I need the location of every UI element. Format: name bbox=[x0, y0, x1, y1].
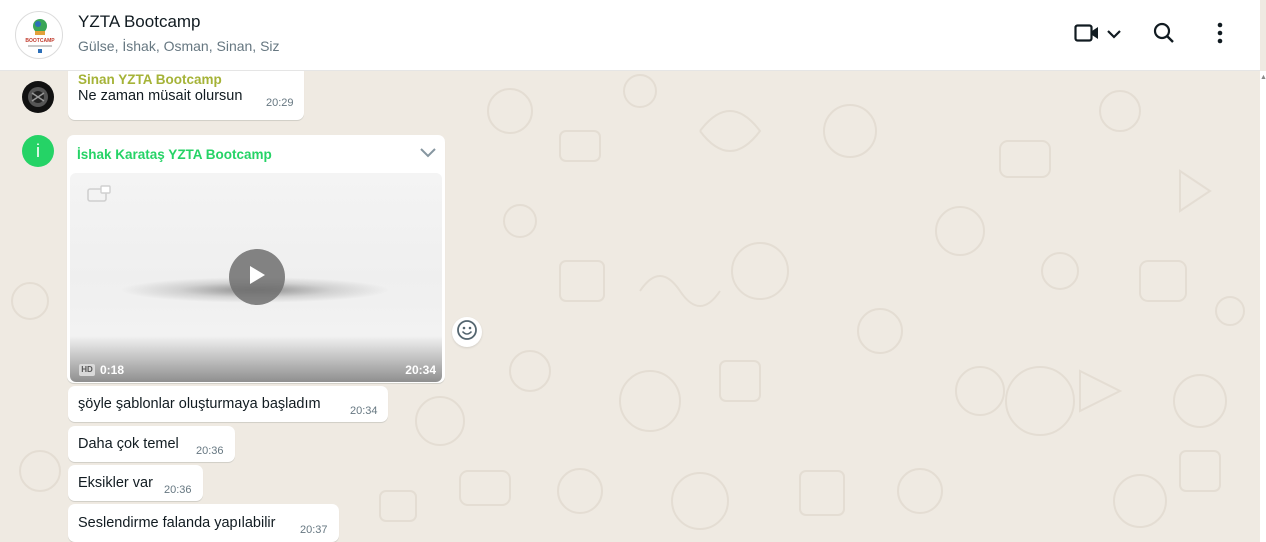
message-text: Eksikler var bbox=[78, 475, 153, 491]
message-time: 20:37 bbox=[300, 524, 328, 536]
react-button[interactable] bbox=[452, 317, 482, 347]
video-thumbnail[interactable]: HD 0:18 20:34 bbox=[70, 173, 442, 382]
message-text: Seslendirme falanda yapılabilir bbox=[78, 515, 276, 531]
search-icon bbox=[1153, 22, 1175, 49]
video-duration: 0:18 bbox=[100, 363, 125, 377]
message-time: 20:36 bbox=[164, 484, 192, 496]
scroll-up-arrow-icon[interactable]: ▲ bbox=[1260, 74, 1266, 82]
message-time: 20:36 bbox=[196, 445, 224, 457]
video-call-button[interactable] bbox=[1070, 20, 1126, 50]
message-time: 20:34 bbox=[405, 363, 436, 377]
message-list[interactable]: Sinan YZTA Bootcamp Ne zaman müsait olur… bbox=[0, 71, 1260, 542]
chevron-down-icon bbox=[1106, 26, 1122, 44]
play-icon bbox=[247, 264, 267, 290]
chat-title[interactable]: YZTA Bootcamp bbox=[78, 12, 201, 32]
message-bubble[interactable]: Daha çok temel 20:36 bbox=[68, 426, 235, 462]
chat-header: BOOTCAMP YZTA Bootcamp Gülse, İshak, Osm… bbox=[0, 0, 1260, 71]
message-time: 20:34 bbox=[350, 405, 378, 417]
video-call-icon bbox=[1074, 23, 1100, 48]
more-options-icon bbox=[1217, 22, 1223, 49]
sender-avatar-sinan[interactable] bbox=[22, 81, 54, 113]
message-sender[interactable]: İshak Karataş YZTA Bootcamp bbox=[77, 147, 272, 162]
chat-participants[interactable]: Gülse, İshak, Osman, Sinan, Siz bbox=[78, 38, 280, 54]
message-text: Ne zaman müsait olursun bbox=[78, 88, 243, 104]
video-message-bubble[interactable]: İshak Karataş YZTA Bootcamp HD 0:18 20:3… bbox=[67, 135, 445, 383]
message-bubble[interactable]: Eksikler var 20:36 bbox=[68, 465, 203, 501]
emoji-icon bbox=[456, 319, 478, 346]
message-time: 20:29 bbox=[266, 97, 294, 109]
message-text: şöyle şablonlar oluşturmaya başladım bbox=[78, 396, 321, 412]
video-placeholder-icon bbox=[87, 185, 111, 207]
sender-avatar-ishak[interactable]: i bbox=[22, 135, 54, 167]
message-bubble[interactable]: Sinan YZTA Bootcamp Ne zaman müsait olur… bbox=[68, 71, 304, 120]
message-menu-chevron-icon[interactable] bbox=[419, 147, 437, 163]
group-avatar[interactable]: BOOTCAMP bbox=[15, 11, 63, 59]
message-bubble[interactable]: şöyle şablonlar oluşturmaya başladım 20:… bbox=[68, 386, 388, 422]
play-button[interactable] bbox=[229, 249, 285, 305]
message-sender[interactable]: Sinan YZTA Bootcamp bbox=[78, 72, 222, 87]
message-bubble[interactable]: Seslendirme falanda yapılabilir 20:37 bbox=[68, 504, 339, 542]
message-text: Daha çok temel bbox=[78, 436, 179, 452]
hd-badge: HD bbox=[79, 364, 95, 376]
menu-button[interactable] bbox=[1208, 20, 1232, 50]
group-avatar-text: BOOTCAMP bbox=[25, 38, 55, 44]
scrollbar[interactable] bbox=[1260, 71, 1266, 542]
search-button[interactable] bbox=[1150, 20, 1178, 50]
